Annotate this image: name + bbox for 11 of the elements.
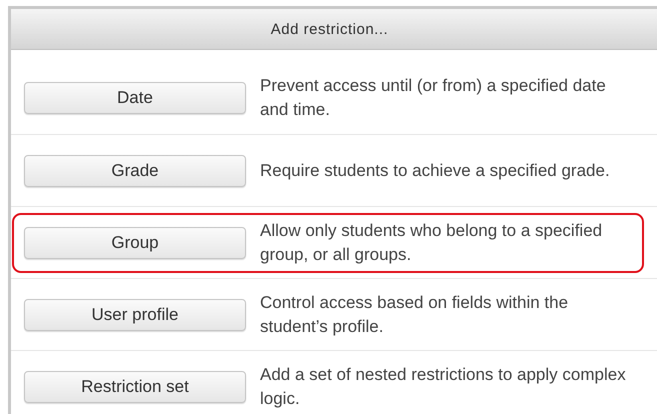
option-button[interactable]: Grade <box>24 154 246 186</box>
option-button[interactable]: User profile <box>24 298 246 330</box>
option-button[interactable]: Restriction set <box>24 370 246 402</box>
option-button[interactable]: Group <box>24 226 246 258</box>
option-button[interactable]: Date <box>24 82 246 114</box>
dialog-title: Add restriction... <box>270 20 388 38</box>
option-description: Control access based on fields within the student’s profile. <box>260 292 570 338</box>
option-description: Add a set of nested restrictions to apply complex logic. <box>260 364 627 410</box>
option-description: Prevent access until (or from) a specified date and time. <box>260 75 607 121</box>
option-description: Allow only students who belong to a specified group, or all groups. <box>260 220 604 266</box>
option-description: Require students to achieve a specified grade. <box>260 160 611 182</box>
